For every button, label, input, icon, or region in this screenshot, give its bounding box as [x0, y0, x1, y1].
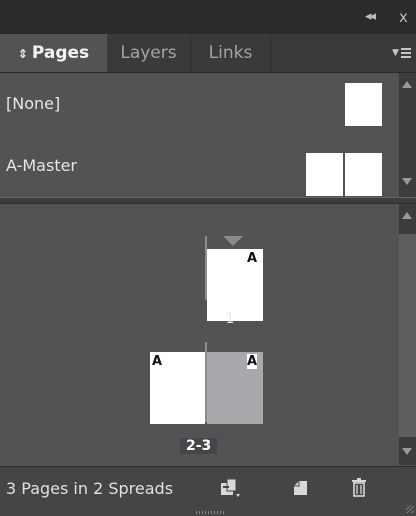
pages-panel: ◂◂ x ⇕ Pages Layers Links ▼ [None] A-Mast…: [0, 0, 416, 516]
panel-title-bar: ◂◂ x: [0, 0, 416, 34]
create-new-page-icon[interactable]: [290, 477, 314, 499]
tab-links-label: Links: [208, 43, 253, 63]
pages-section: A 1 A A 2-3: [0, 204, 399, 465]
collapse-panel-icon[interactable]: ◂◂: [365, 8, 376, 26]
scroll-thumb[interactable]: [399, 234, 416, 437]
master-item-a-master[interactable]: A-Master: [0, 135, 399, 197]
section-divider[interactable]: [0, 197, 416, 204]
panel-menu-icon[interactable]: ▼: [392, 44, 414, 62]
delete-pages-icon[interactable]: [348, 477, 372, 499]
masters-section: [None] A-Master: [0, 73, 399, 197]
panel-tab-bar: ⇕ Pages Layers Links ▼: [0, 34, 416, 73]
scroll-down-arrow-icon[interactable]: [402, 178, 412, 185]
spread-number-label[interactable]: 2-3: [180, 438, 218, 454]
master-thumbnail-right[interactable]: [345, 153, 382, 196]
page-thumbnail-3[interactable]: A: [207, 352, 263, 424]
master-prefix: A: [246, 354, 257, 369]
scroll-up-arrow-icon[interactable]: [402, 81, 412, 88]
tab-layers[interactable]: Layers: [107, 34, 191, 72]
master-prefix: A: [246, 251, 257, 266]
scroll-up-arrow-icon[interactable]: [402, 212, 412, 219]
tab-pages-label: Pages: [31, 43, 90, 63]
scroll-down-arrow-icon[interactable]: [402, 448, 412, 455]
tab-links[interactable]: Links: [191, 34, 271, 72]
master-prefix: A: [152, 354, 163, 369]
pages-status-text: 3 Pages in 2 Spreads: [6, 479, 174, 498]
edit-page-size-icon[interactable]: [218, 477, 242, 499]
master-thumbnail-left[interactable]: [306, 153, 343, 196]
masters-scrollbar[interactable]: [399, 73, 416, 197]
tab-pages[interactable]: ⇕ Pages: [0, 34, 107, 72]
resize-grip-icon[interactable]: [406, 505, 414, 513]
master-label: [None]: [6, 94, 61, 113]
page-number-label[interactable]: 1: [220, 311, 240, 327]
close-panel-button[interactable]: x: [399, 8, 408, 26]
pages-scrollbar[interactable]: [399, 204, 416, 465]
master-item-none[interactable]: [None]: [0, 73, 399, 135]
current-page-marker-icon: [223, 236, 243, 246]
updown-arrows-icon: ⇕: [17, 47, 28, 61]
page-thumbnail-2[interactable]: A: [150, 352, 205, 424]
master-thumbnail[interactable]: [345, 83, 382, 126]
tab-layers-label: Layers: [120, 43, 177, 63]
panel-resize-handle[interactable]: [196, 511, 226, 514]
master-label: A-Master: [6, 156, 78, 175]
panel-footer: 3 Pages in 2 Spreads: [0, 466, 416, 516]
